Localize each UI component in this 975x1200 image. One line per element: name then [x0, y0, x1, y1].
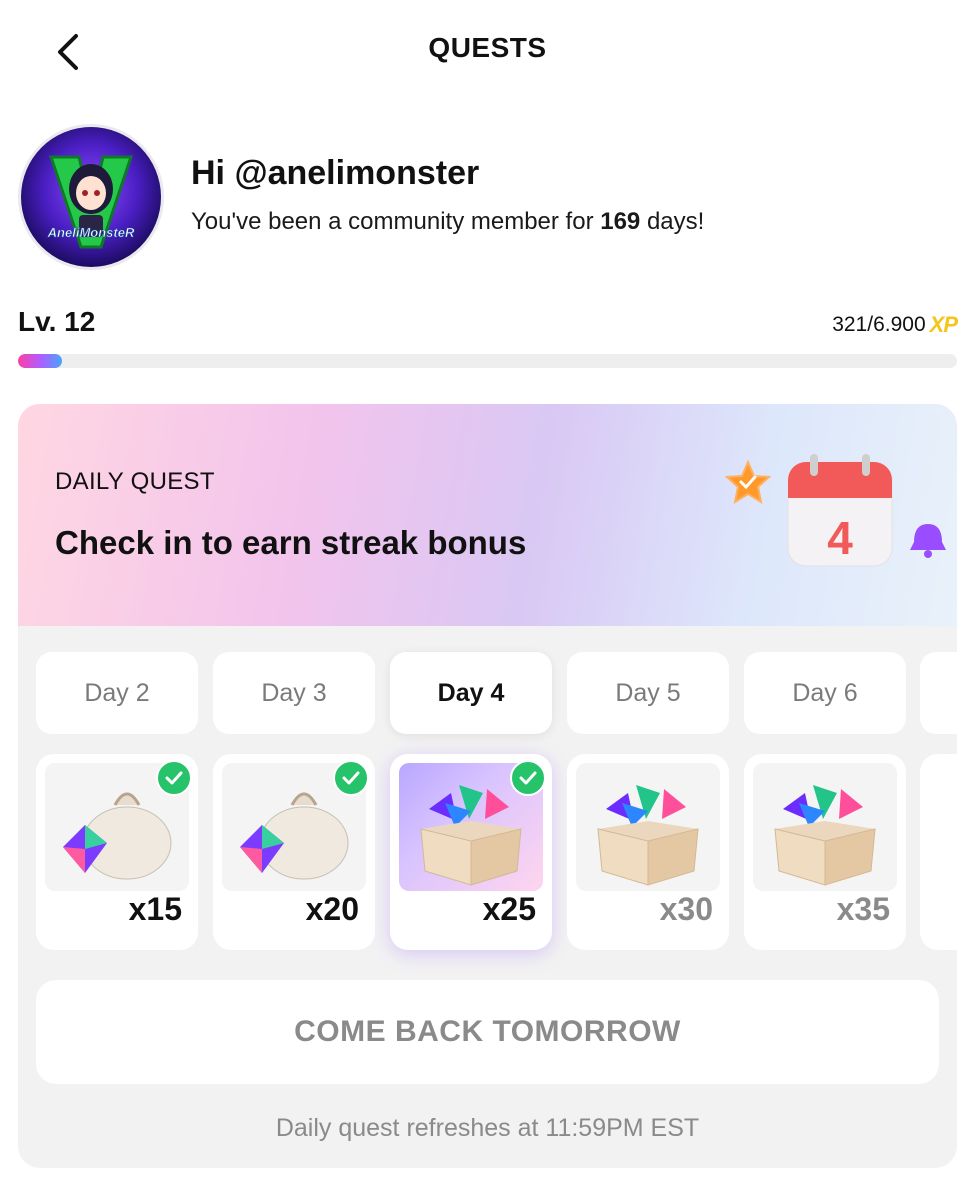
reward-card-day-2[interactable]: x15: [36, 754, 198, 950]
reward-card-day-3[interactable]: x20: [213, 754, 375, 950]
day-tab-4[interactable]: Day 4: [390, 652, 552, 734]
xp-counter: 321/6.900 XP: [832, 312, 958, 338]
membership-prefix: You've been a community member for: [191, 208, 601, 235]
calendar-day-number: 4: [827, 512, 853, 564]
bell-icon: [910, 524, 946, 558]
claimed-check-icon: [156, 760, 192, 796]
come-back-tomorrow-button[interactable]: COME BACK TOMORROW: [36, 980, 939, 1084]
avatar-logo-text: AneliMonsteR: [47, 225, 135, 240]
reward-quantity: x20: [305, 891, 359, 927]
page-title: QUESTS: [428, 32, 547, 63]
avatar[interactable]: AneliMonsteR: [18, 124, 164, 270]
xp-badge-icon: XP: [929, 312, 958, 337]
avatar-image: AneliMonsteR: [21, 127, 161, 267]
refresh-note: Daily quest refreshes at 11:59PM EST: [275, 1114, 700, 1142]
day-tab-next-partial[interactable]: [920, 652, 957, 734]
reward-quantity: x35: [836, 891, 890, 927]
greeting-text: Hi @anelimonster: [191, 154, 480, 192]
daily-quest-banner: DAILY QUEST Check in to earn streak bonu…: [18, 404, 957, 626]
star-icon: [724, 459, 772, 505]
claimed-check-icon: [510, 760, 546, 796]
calendar-icon: 4: [787, 454, 893, 567]
reward-quantity: x30: [659, 891, 713, 927]
quest-kicker: DAILY QUEST: [55, 468, 215, 495]
claimed-check-icon: [333, 760, 369, 796]
gem-box-image: [753, 763, 897, 891]
calendar-illustration: 4: [724, 454, 946, 567]
reward-card-next-partial[interactable]: [920, 754, 957, 950]
xp-progress-fill: [18, 354, 62, 368]
membership-duration-text: You've been a community member for 169 d…: [191, 208, 704, 236]
xp-progress-bar: [18, 354, 957, 368]
reward-card-day-5[interactable]: x30: [567, 754, 729, 950]
day-tab-6[interactable]: Day 6: [744, 652, 906, 734]
reward-quantity: x15: [128, 891, 182, 927]
day-tab-3[interactable]: Day 3: [213, 652, 375, 734]
reward-quantity: x25: [482, 891, 536, 927]
xp-value: 321/6.900: [832, 313, 926, 336]
quest-title: Check in to earn streak bonus: [55, 524, 527, 561]
avatar-illustration: AneliMonsteR: [46, 155, 135, 249]
membership-suffix: days!: [640, 208, 705, 235]
reward-card-day-4[interactable]: x25: [390, 754, 552, 950]
day-tab-5[interactable]: Day 5: [567, 652, 729, 734]
reward-card-day-6[interactable]: x35: [744, 754, 906, 950]
level-label: Lv. 12: [18, 306, 96, 337]
membership-days-count: 169: [600, 208, 641, 235]
gem-box-image: [576, 763, 720, 891]
day-tab-2[interactable]: Day 2: [36, 652, 198, 734]
daily-quest-card: DAILY QUEST Check in to earn streak bonu…: [18, 404, 957, 1168]
